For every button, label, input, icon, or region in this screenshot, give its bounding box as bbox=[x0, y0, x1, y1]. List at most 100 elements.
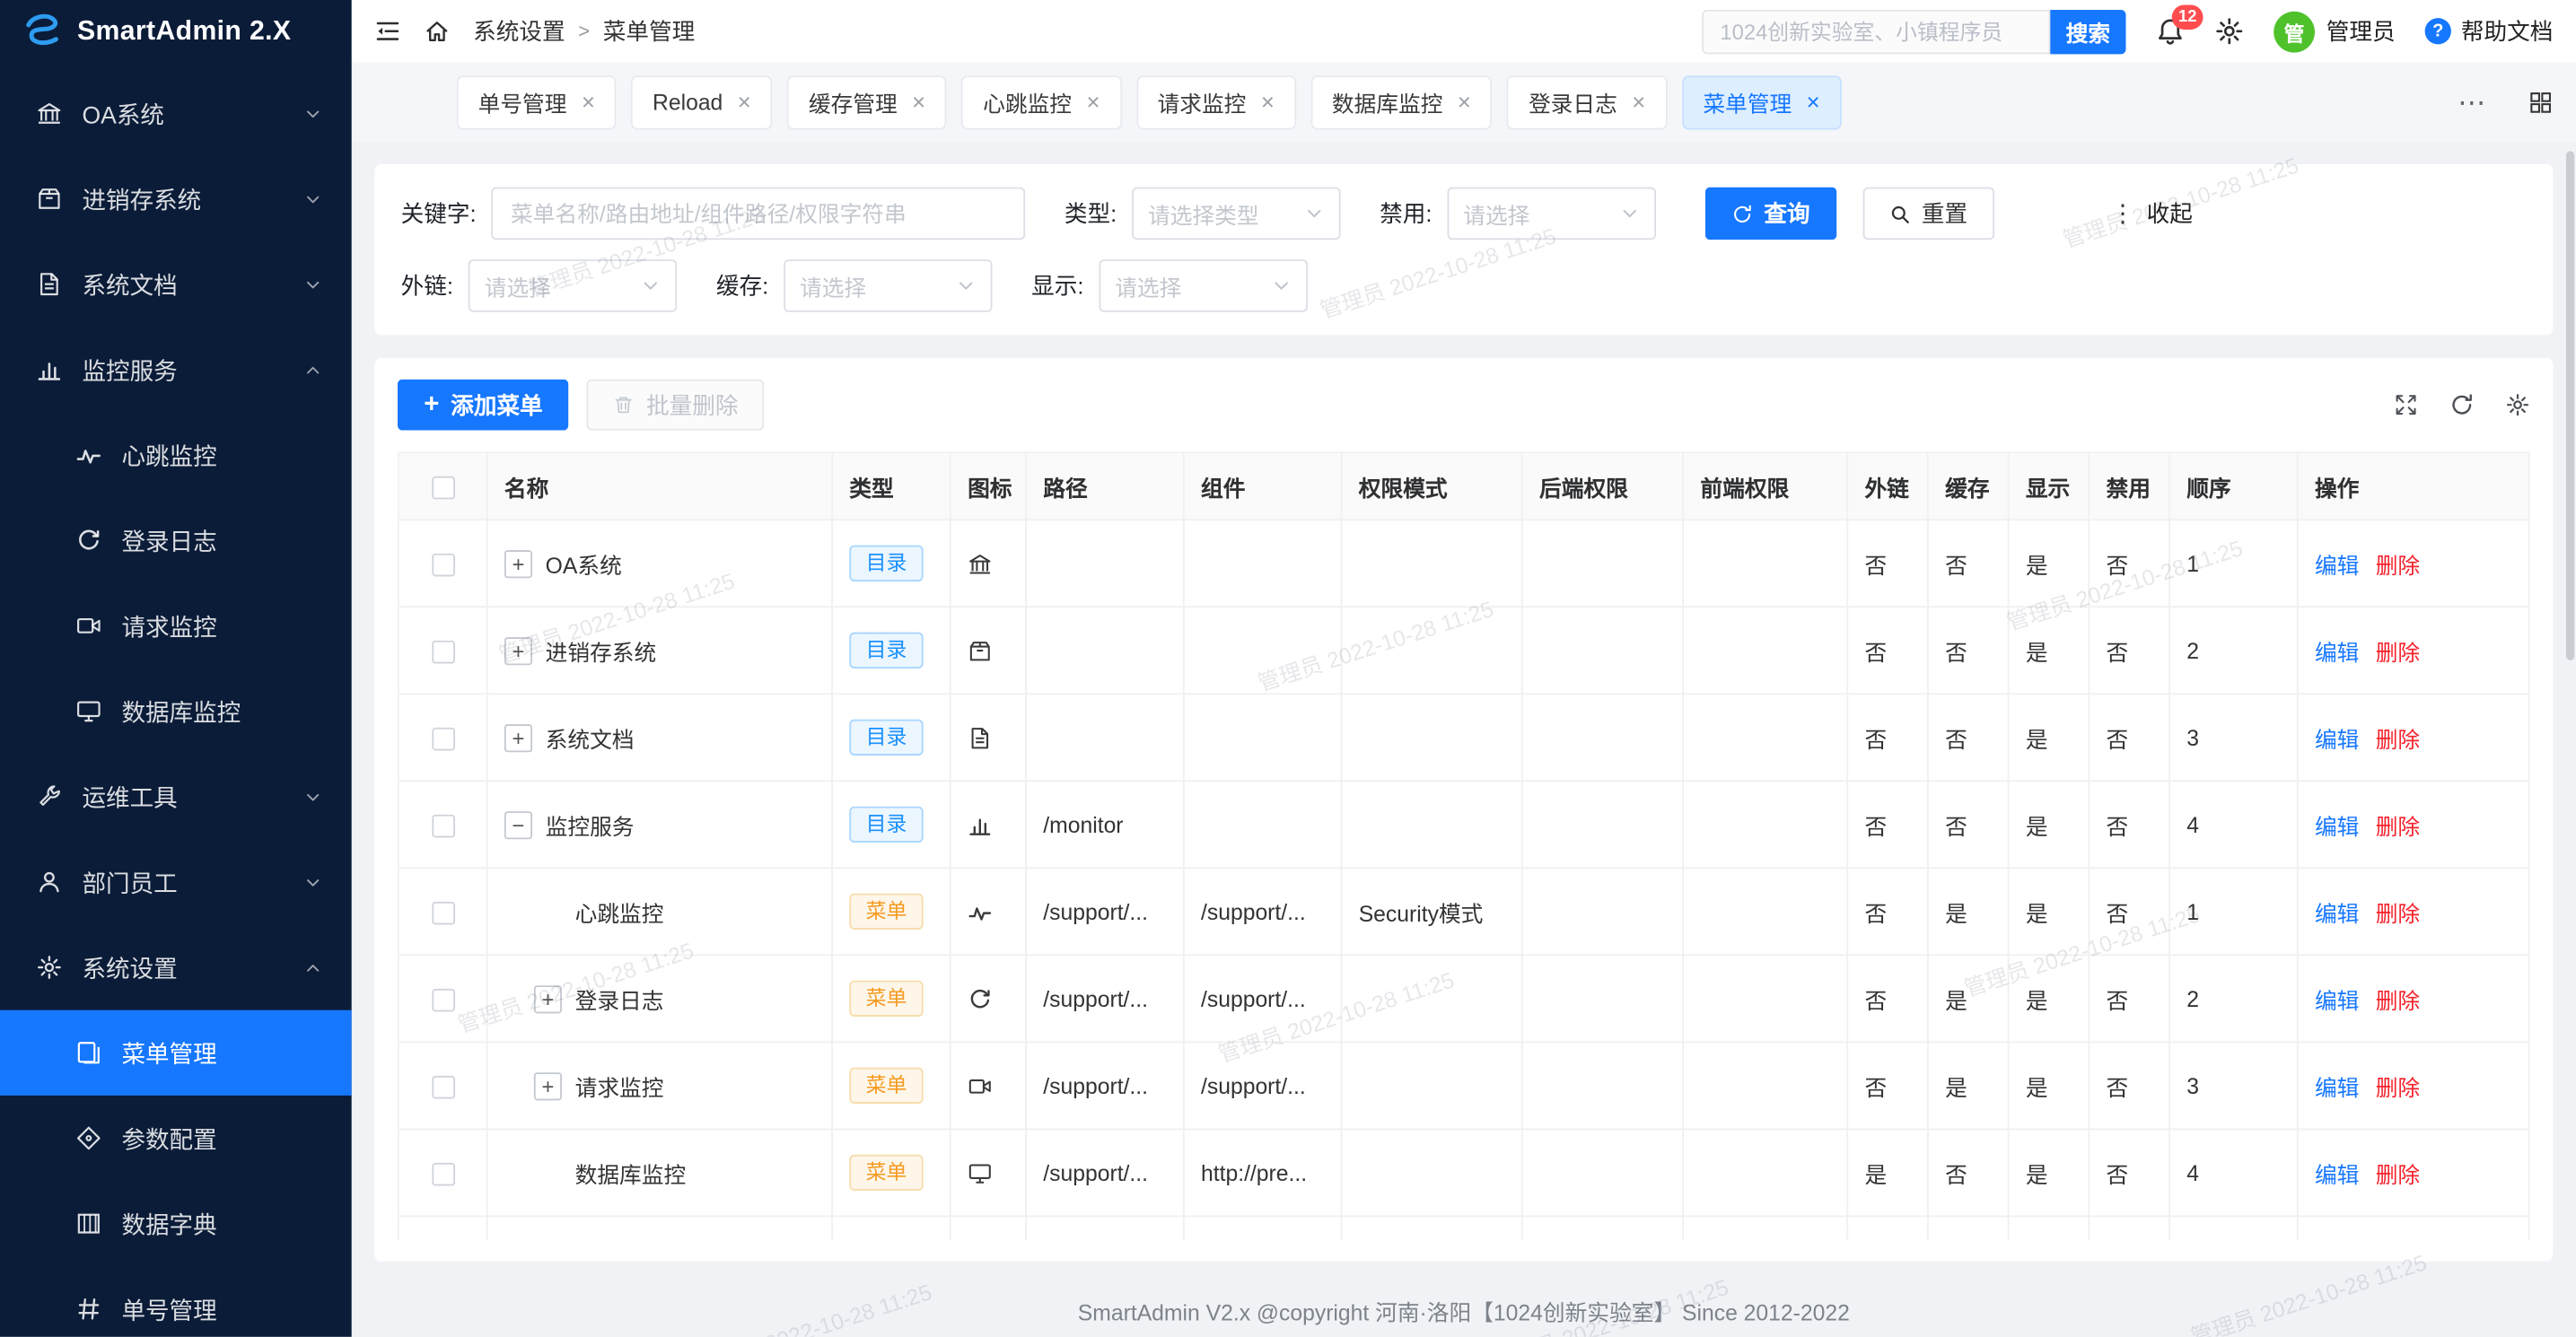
reset-button[interactable]: 重置 bbox=[1862, 188, 1993, 240]
close-icon[interactable]: × bbox=[582, 91, 595, 114]
row-checkbox[interactable] bbox=[431, 814, 454, 837]
edit-link[interactable]: 编辑 bbox=[2315, 641, 2359, 665]
close-icon[interactable]: × bbox=[1807, 91, 1820, 114]
expand-toggle[interactable]: + bbox=[504, 723, 532, 751]
tab-6[interactable]: 登录日志× bbox=[1507, 74, 1667, 128]
cell-disabled: 否 bbox=[2089, 868, 2169, 955]
expand-toggle[interactable]: + bbox=[534, 984, 562, 1012]
notifications-button[interactable]: 12 bbox=[2155, 16, 2185, 46]
delete-link[interactable]: 删除 bbox=[2376, 1076, 2420, 1100]
collapse-button[interactable]: ⋮ 收起 bbox=[2084, 188, 2219, 240]
expand-toggle[interactable]: + bbox=[504, 549, 532, 577]
search-input[interactable] bbox=[1702, 9, 2050, 53]
close-icon[interactable]: × bbox=[1632, 91, 1645, 114]
tab-0[interactable]: 单号管理× bbox=[457, 74, 617, 128]
close-icon[interactable]: × bbox=[1261, 91, 1275, 114]
collapse-toggle[interactable]: − bbox=[504, 810, 532, 838]
edit-link[interactable]: 编辑 bbox=[2315, 989, 2359, 1013]
select-all-checkbox[interactable] bbox=[431, 476, 454, 499]
cell-backend bbox=[1522, 955, 1683, 1042]
fullscreen-button[interactable] bbox=[2394, 392, 2418, 416]
cell-cache: 是 bbox=[1928, 1042, 2009, 1129]
sidebar-item-login[interactable]: 登录日志 bbox=[0, 498, 352, 583]
logo[interactable]: SmartAdmin 2.X bbox=[0, 0, 352, 63]
row-checkbox[interactable] bbox=[431, 640, 454, 663]
batch-delete-button[interactable]: 批量删除 bbox=[587, 380, 765, 431]
menu-fold-button[interactable] bbox=[374, 18, 400, 44]
tab-4[interactable]: 请求监控× bbox=[1136, 74, 1296, 128]
row-checkbox[interactable] bbox=[431, 553, 454, 576]
row-checkbox[interactable] bbox=[431, 1075, 454, 1098]
edit-link[interactable]: 编辑 bbox=[2315, 554, 2359, 578]
close-icon[interactable]: × bbox=[912, 91, 925, 114]
delete-link[interactable]: 删除 bbox=[2376, 815, 2420, 839]
delete-link[interactable]: 删除 bbox=[2376, 989, 2420, 1013]
cell-component bbox=[1184, 694, 1342, 781]
edit-link[interactable]: 编辑 bbox=[2315, 728, 2359, 752]
breadcrumb-section[interactable]: 系统设置 bbox=[473, 14, 565, 48]
close-icon[interactable]: × bbox=[1086, 91, 1100, 114]
display-select[interactable]: 请选择 bbox=[1099, 259, 1307, 312]
user-menu[interactable]: 管 管理员 bbox=[2274, 11, 2395, 52]
row-checkbox[interactable] bbox=[431, 727, 454, 750]
tab-3[interactable]: 心跳监控× bbox=[961, 74, 1121, 128]
cache-select[interactable]: 请选择 bbox=[784, 259, 992, 312]
edit-link[interactable]: 编辑 bbox=[2315, 902, 2359, 926]
tab-more-button[interactable]: ⋯ bbox=[2458, 88, 2485, 116]
delete-link[interactable]: 删除 bbox=[2376, 902, 2420, 926]
row-checkbox[interactable] bbox=[431, 1162, 454, 1185]
sidebar-item-bank[interactable]: OA系统 bbox=[0, 71, 352, 156]
sidebar-item-chart[interactable]: 监控服务 bbox=[0, 327, 352, 412]
help-link[interactable]: ? 帮助文档 bbox=[2425, 14, 2554, 48]
sidebar-item-screen[interactable]: 数据库监控 bbox=[0, 668, 352, 754]
edit-link[interactable]: 编辑 bbox=[2315, 1163, 2359, 1187]
sidebar-item-people[interactable]: 部门员工 bbox=[0, 839, 352, 924]
delete-link[interactable]: 删除 bbox=[2376, 554, 2420, 578]
keyword-input[interactable] bbox=[491, 188, 1025, 240]
sidebar-item-diamond[interactable]: 参数配置 bbox=[0, 1096, 352, 1181]
scrollbar[interactable] bbox=[2566, 151, 2574, 660]
cell-actions: 编辑删除 bbox=[2298, 781, 2529, 868]
query-button[interactable]: 查询 bbox=[1704, 188, 1836, 240]
settings-button[interactable] bbox=[2214, 16, 2244, 46]
notification-badge: 12 bbox=[2172, 4, 2204, 29]
sidebar-item-box[interactable]: 进销存系统 bbox=[0, 156, 352, 241]
tab-2[interactable]: 缓存管理× bbox=[787, 74, 947, 128]
sidebar-item-dict[interactable]: 数据字典 bbox=[0, 1181, 352, 1266]
row-checkbox[interactable] bbox=[431, 988, 454, 1011]
cache-select-value: 请选择 bbox=[800, 269, 866, 302]
sidebar-item-video[interactable]: 请求监控 bbox=[0, 583, 352, 668]
delete-link[interactable]: 删除 bbox=[2376, 728, 2420, 752]
type-select[interactable]: 请选择类型 bbox=[1132, 188, 1340, 240]
add-menu-button[interactable]: + 添加菜单 bbox=[398, 380, 569, 431]
cell-backend bbox=[1522, 868, 1683, 955]
sidebar-item-hash[interactable]: 单号管理 bbox=[0, 1266, 352, 1337]
row-checkbox[interactable] bbox=[431, 901, 454, 924]
sidebar-item-doc[interactable]: 系统文档 bbox=[0, 241, 352, 327]
tab-1[interactable]: Reload× bbox=[631, 74, 772, 128]
sidebar-item-gear[interactable]: 系统设置 bbox=[0, 924, 352, 1009]
home-button[interactable] bbox=[424, 18, 450, 44]
column-settings-button[interactable] bbox=[2505, 392, 2529, 416]
expand-toggle[interactable]: + bbox=[504, 636, 532, 664]
edit-link[interactable]: 编辑 bbox=[2315, 815, 2359, 839]
tab-7[interactable]: 菜单管理× bbox=[1682, 74, 1842, 128]
sidebar-item-pulse[interactable]: 心跳监控 bbox=[0, 412, 352, 497]
search-button[interactable]: 搜索 bbox=[2050, 9, 2125, 53]
expand-toggle[interactable]: + bbox=[534, 1071, 562, 1099]
refresh-button[interactable] bbox=[2449, 392, 2474, 416]
close-icon[interactable]: × bbox=[1458, 91, 1471, 114]
edit-link[interactable]: 编辑 bbox=[2315, 1076, 2359, 1100]
disabled-select[interactable]: 请选择 bbox=[1447, 188, 1655, 240]
close-icon[interactable]: × bbox=[738, 91, 751, 114]
sidebar-item-tool[interactable]: 运维工具 bbox=[0, 754, 352, 839]
tab-5[interactable]: 数据库监控× bbox=[1310, 74, 1493, 128]
delete-link[interactable]: 删除 bbox=[2376, 641, 2420, 665]
external-select[interactable]: 请选择 bbox=[468, 259, 676, 312]
tab-layout-button[interactable] bbox=[2528, 90, 2553, 114]
sidebar-item-label: 系统文档 bbox=[83, 267, 285, 301]
cell-actions: 编辑删除 bbox=[2298, 868, 2529, 955]
sidebar-item-pages[interactable]: 菜单管理 bbox=[0, 1010, 352, 1096]
delete-link[interactable]: 删除 bbox=[2376, 1163, 2420, 1187]
cell-external: 否 bbox=[1847, 520, 1928, 607]
